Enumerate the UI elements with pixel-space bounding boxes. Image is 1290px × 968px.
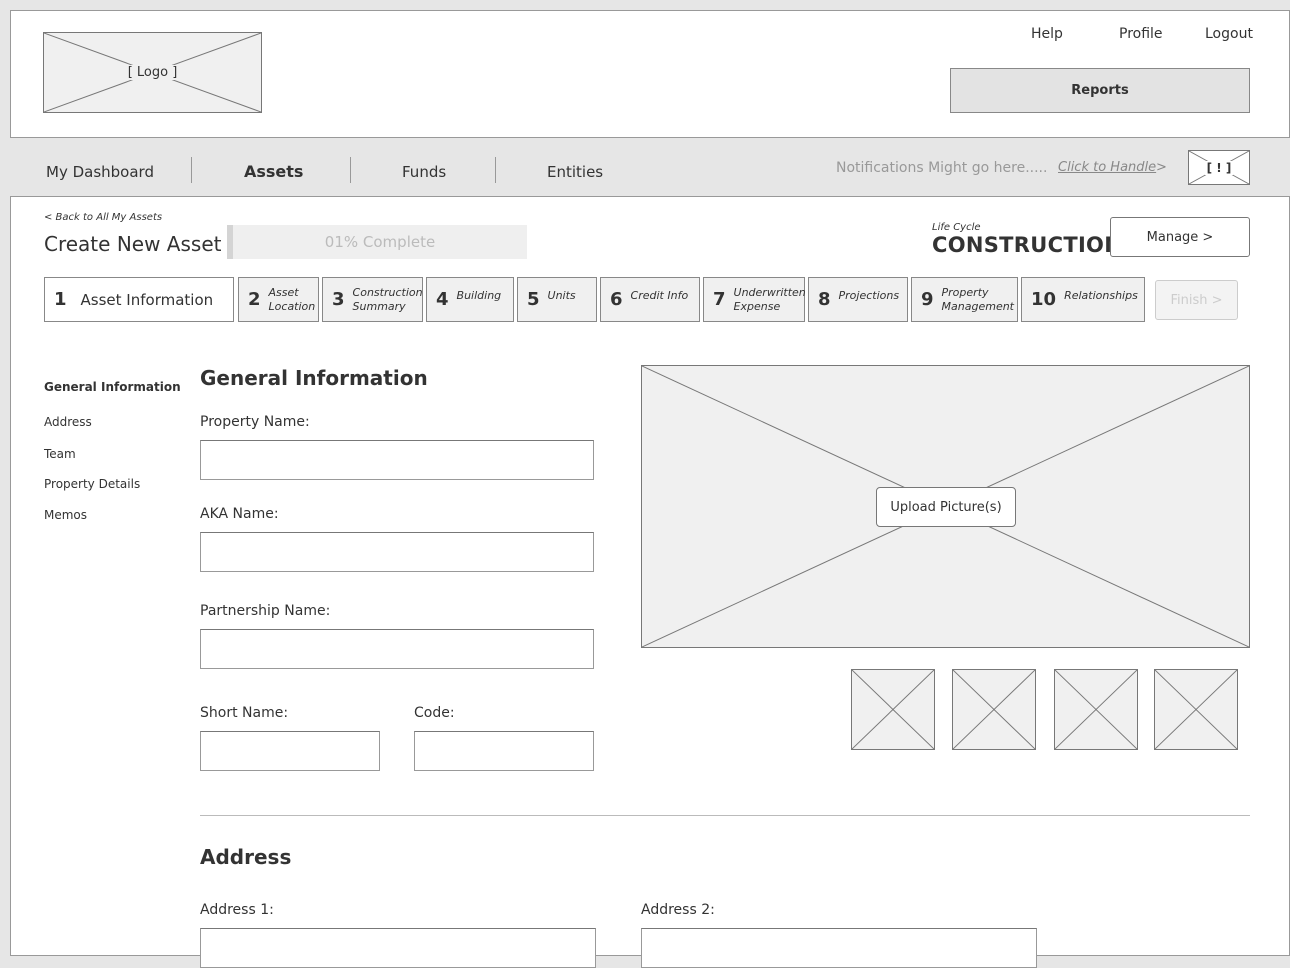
general-information-heading: General Information xyxy=(200,366,428,390)
logout-link[interactable]: Logout xyxy=(1205,26,1253,42)
lifecycle-label: Life Cycle xyxy=(932,222,981,233)
step-number: 2 xyxy=(248,289,261,310)
reports-button[interactable]: Reports xyxy=(950,68,1250,113)
step-label: Property Management xyxy=(941,285,1014,313)
step-4-building[interactable]: 4 Building xyxy=(426,277,514,322)
lifecycle-value: CONSTRUCTION xyxy=(932,233,1123,257)
step-7-underwritten-expense[interactable]: 7 Underwritten Expense xyxy=(703,277,806,322)
alert-icon: [ ! ] xyxy=(1204,160,1234,175)
step-number: 9 xyxy=(921,289,934,310)
nav-divider xyxy=(495,157,496,183)
image-placeholder-icon xyxy=(1055,670,1137,749)
nav-divider xyxy=(350,157,351,183)
image-placeholder-icon xyxy=(953,670,1035,749)
step-2-asset-location[interactable]: 2 Asset Location xyxy=(238,277,319,322)
short-name-input[interactable] xyxy=(200,731,380,771)
thumbnail-3[interactable] xyxy=(1054,669,1138,750)
step-number: 3 xyxy=(332,289,345,310)
click-to-handle-link[interactable]: Click to Handle xyxy=(1058,160,1156,175)
step-6-credit-info[interactable]: 6 Credit Info xyxy=(600,277,700,322)
step-number: 6 xyxy=(610,289,623,310)
step-8-projections[interactable]: 8 Projections xyxy=(808,277,908,322)
step-label: Asset Information xyxy=(80,290,214,309)
alert-button[interactable]: [ ! ] xyxy=(1188,150,1250,185)
step-number: 8 xyxy=(818,289,831,310)
step-number: 10 xyxy=(1031,289,1057,310)
help-link[interactable]: Help xyxy=(1031,26,1063,42)
step-number: 4 xyxy=(436,289,449,310)
step-label: Relationships xyxy=(1064,288,1138,302)
code-input[interactable] xyxy=(414,731,594,771)
step-10-relationships[interactable]: 10 Relationships xyxy=(1021,277,1145,322)
progress-indicator: 01% Complete xyxy=(227,225,527,259)
section-divider xyxy=(200,815,1250,816)
partnership-name-label: Partnership Name: xyxy=(200,603,331,619)
step-number: 7 xyxy=(713,289,726,310)
step-label: Projections xyxy=(838,288,900,302)
step-9-property-management[interactable]: 9 Property Management xyxy=(911,277,1018,322)
nav-item-funds[interactable]: Funds xyxy=(402,163,446,181)
step-label: Asset Location xyxy=(268,285,316,313)
sidenav-item-memos[interactable]: Memos xyxy=(44,508,87,522)
step-label: Credit Info xyxy=(630,288,689,302)
image-placeholder-icon xyxy=(852,670,934,749)
sidenav-item-address[interactable]: Address xyxy=(44,415,92,429)
upload-pictures-button[interactable]: Upload Picture(s) xyxy=(876,487,1016,527)
nav-divider xyxy=(191,157,192,183)
step-number: 1 xyxy=(54,289,67,310)
nav-item-entities[interactable]: Entities xyxy=(547,163,603,181)
property-name-label: Property Name: xyxy=(200,414,310,430)
step-label: Building xyxy=(456,288,502,302)
aka-name-input[interactable] xyxy=(200,532,594,572)
logo-text: [ Logo ] xyxy=(126,65,179,80)
step-5-units[interactable]: 5 Units xyxy=(517,277,597,322)
profile-link[interactable]: Profile xyxy=(1119,26,1163,42)
step-3-construction-summary[interactable]: 3 Construction Summary xyxy=(322,277,423,322)
aka-name-label: AKA Name: xyxy=(200,506,279,522)
image-placeholder-icon xyxy=(1155,670,1237,749)
property-name-input[interactable] xyxy=(200,440,594,480)
sidenav-item-team[interactable]: Team xyxy=(44,447,76,461)
address-1-input[interactable] xyxy=(200,928,596,968)
sidenav-item-property-details[interactable]: Property Details xyxy=(44,477,140,491)
step-label: Underwritten Expense xyxy=(733,285,806,313)
finish-button[interactable]: Finish > xyxy=(1155,280,1238,320)
notification-text: Notifications Might go here..... xyxy=(836,160,1048,176)
page-title: Create New Asset xyxy=(44,232,222,256)
thumbnail-2[interactable] xyxy=(952,669,1036,750)
short-name-label: Short Name: xyxy=(200,705,289,721)
address-1-label: Address 1: xyxy=(200,902,274,918)
logo: [ Logo ] xyxy=(43,32,262,113)
thumbnail-4[interactable] xyxy=(1154,669,1238,750)
address-2-label: Address 2: xyxy=(641,902,715,918)
sidenav-item-general-information[interactable]: General Information xyxy=(44,380,181,394)
step-number: 5 xyxy=(527,289,540,310)
nav-item-assets[interactable]: Assets xyxy=(244,162,303,181)
partnership-name-input[interactable] xyxy=(200,629,594,669)
step-label: Construction Summary xyxy=(352,285,423,313)
address-2-input[interactable] xyxy=(641,928,1037,968)
manage-button[interactable]: Manage > xyxy=(1110,217,1250,257)
code-label: Code: xyxy=(414,705,455,721)
step-1-asset-information[interactable]: 1 Asset Information xyxy=(44,277,234,322)
step-label: Units xyxy=(547,288,576,302)
back-to-assets-link[interactable]: < Back to All My Assets xyxy=(44,212,162,223)
nav-item-my-dashboard[interactable]: My Dashboard xyxy=(46,163,154,181)
thumbnail-1[interactable] xyxy=(851,669,935,750)
address-heading: Address xyxy=(200,845,292,869)
chevron-right-icon: > xyxy=(1156,160,1167,175)
